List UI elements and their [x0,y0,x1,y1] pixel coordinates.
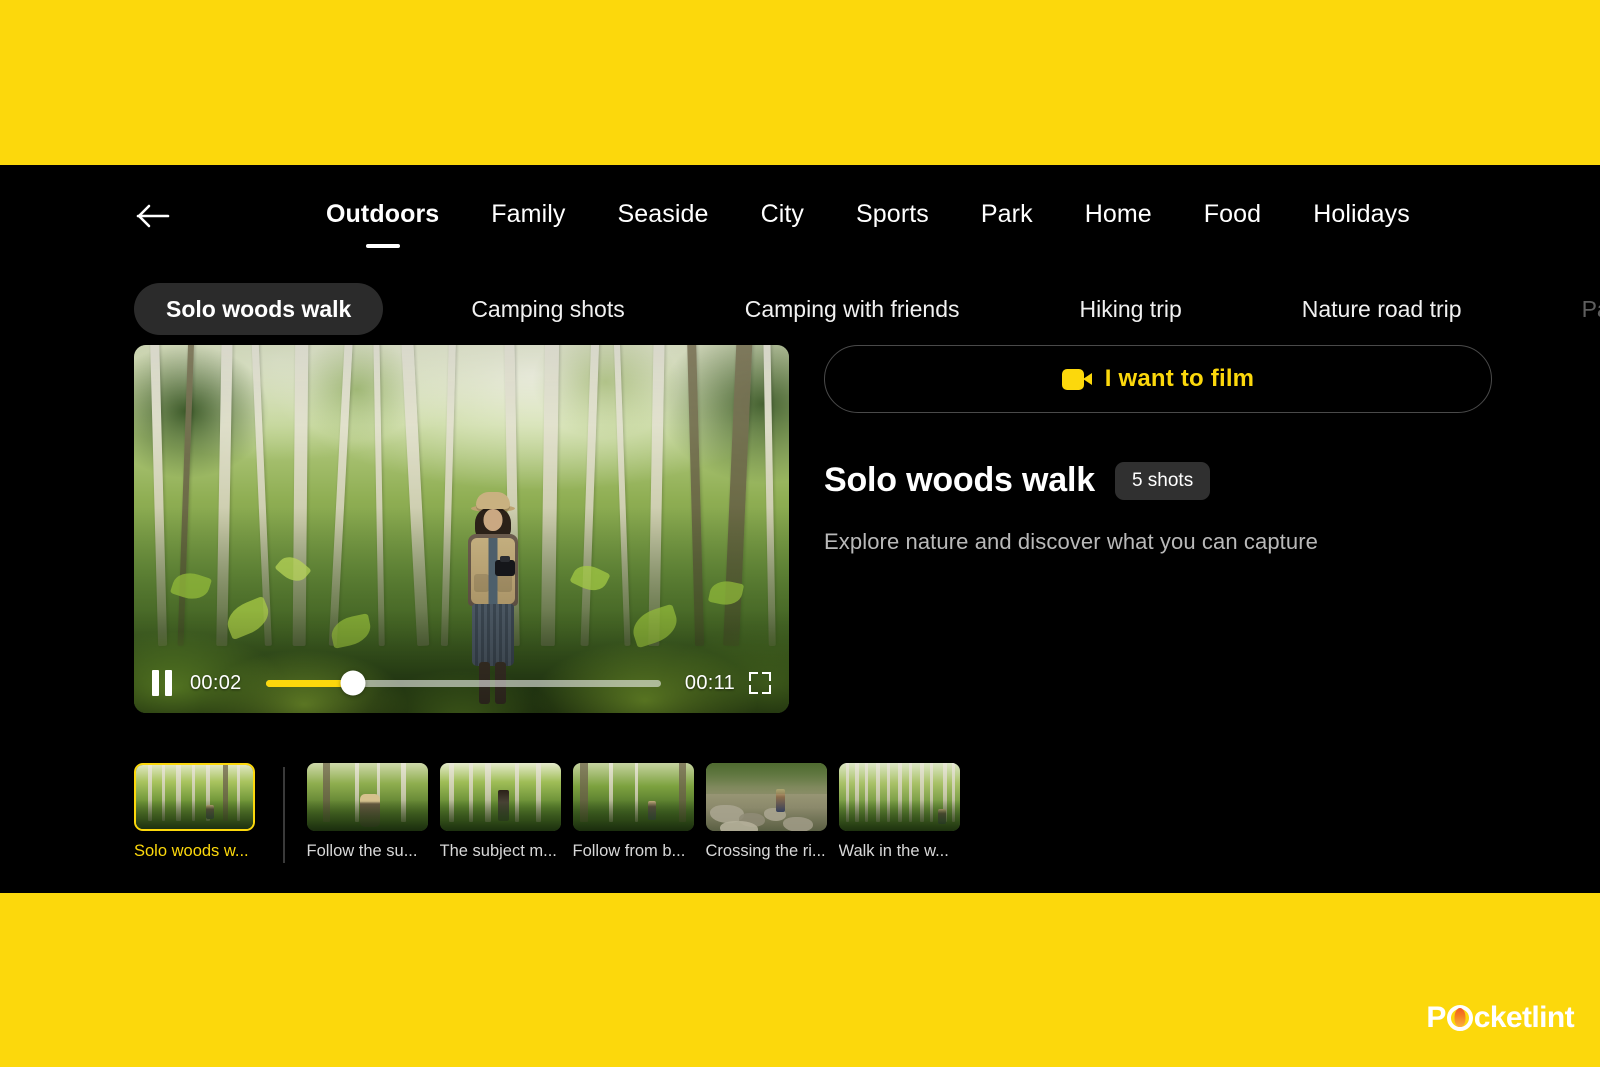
total-time: 00:11 [684,671,735,694]
video-player[interactable]: 00:02 00:11 [134,345,789,713]
thumbnail-item-5[interactable]: Walk in the w... [838,763,962,861]
watermark-prefix: P [1426,1001,1446,1034]
thumbnail-separator [283,767,285,863]
film-button-label: I want to film [1104,365,1255,392]
thumbnail-image [572,763,694,831]
thumbnail-image [705,763,827,831]
thumbnail-image [838,763,960,831]
shot-set-chips[interactable]: Solo woods walk Camping shots Camping wi… [0,275,1600,343]
shot-set-description: Explore nature and discover what you can… [824,529,1318,554]
i-want-to-film-button[interactable]: I want to film [824,345,1492,413]
thumbnail-image [134,763,255,831]
category-tab-home[interactable]: Home [1059,193,1178,235]
category-tab-sports[interactable]: Sports [830,193,955,235]
category-tab-label: Holidays [1313,200,1410,228]
thumbnail-label: Crossing the ri... [705,842,826,860]
chip-label: Camping shots [471,295,625,322]
chip-label: Solo woods walk [166,295,352,322]
category-tab-label: Home [1084,200,1152,228]
thumbnail-label: Follow the su... [306,842,418,860]
category-tab-label: Food [1203,200,1262,228]
chip-label: Hiking trip [1079,295,1182,322]
category-tab-label: Park [980,200,1033,228]
category-tab-city[interactable]: City [735,193,830,235]
video-camera-icon [1061,368,1092,390]
thumbnail-item-0[interactable]: Solo woods w... [134,763,257,861]
pocket-flame-icon [1446,1005,1473,1031]
current-time: 00:02 [190,671,242,694]
progress-handle[interactable] [340,670,366,696]
category-tab-food[interactable]: Food [1178,193,1287,235]
pause-icon[interactable] [152,670,176,696]
watermark-suffix: cketlint [1473,1001,1575,1034]
main-content: 00:02 00:11 I want to film Solo woods wa… [0,345,1600,893]
thumbnail-image [439,763,561,831]
arrow-left-icon [136,204,170,228]
thumbnail-label: Solo woods w... [134,842,249,860]
category-list: Outdoors Family Seaside City Sports Park… [300,193,1436,235]
category-tab-label: Sports [856,200,929,228]
category-tab-label: Outdoors [326,200,440,228]
shots-count-badge: 5 shots [1114,461,1211,500]
pocketlint-watermark: P cketlint [1426,1001,1574,1035]
chip-hiking-trip[interactable]: Hiking trip [1048,283,1214,335]
progress-scrubber[interactable] [265,670,661,696]
player-controls: 00:02 00:11 [134,653,789,713]
category-tab-holidays[interactable]: Holidays [1287,193,1436,235]
chip-camping-shots[interactable]: Camping shots [439,283,656,335]
category-tab-label: Family [491,200,566,228]
category-tab-seaside[interactable]: Seaside [592,193,735,235]
thumbnail-image [306,763,428,831]
thumbnail-item-1[interactable]: Follow the su... [306,763,430,861]
category-tab-family[interactable]: Family [465,193,591,235]
chip-label: Nature road trip [1301,295,1462,322]
category-tab-label: City [760,200,805,228]
chip-partner-w[interactable]: Partner w [1550,283,1600,335]
shot-set-title-row: Solo woods walk 5 shots [824,461,1492,500]
fullscreen-icon[interactable] [749,672,771,694]
back-button[interactable] [133,196,173,236]
category-tab-park[interactable]: Park [955,193,1059,235]
chip-solo-woods-walk[interactable]: Solo woods walk [134,283,384,335]
chip-camping-with-friends[interactable]: Camping with friends [713,283,992,335]
thumbnail-label: Walk in the w... [838,842,949,860]
shot-set-info: I want to film Solo woods walk 5 shots E… [824,345,1492,555]
thumbnail-label: Follow from b... [572,842,686,860]
thumbnail-item-4[interactable]: Crossing the ri... [705,763,829,861]
chip-label: Partner w [1581,295,1600,322]
shot-thumbnail-strip[interactable]: Solo woods w... Follow the su... The sub… [134,763,972,863]
chip-nature-road-trip[interactable]: Nature road trip [1270,283,1494,335]
thumbnail-item-2[interactable]: The subject m... [439,763,563,861]
category-tab-outdoors[interactable]: Outdoors [300,193,465,235]
app-panel: Outdoors Family Seaside City Sports Park… [0,165,1600,893]
thumbnail-label: The subject m... [439,842,557,860]
chip-label: Camping with friends [744,295,960,322]
page-title: Solo woods walk [824,461,1095,499]
top-category-nav: Outdoors Family Seaside City Sports Park… [0,165,1600,265]
category-tab-label: Seaside [617,200,709,228]
thumbnail-item-3[interactable]: Follow from b... [572,763,696,861]
